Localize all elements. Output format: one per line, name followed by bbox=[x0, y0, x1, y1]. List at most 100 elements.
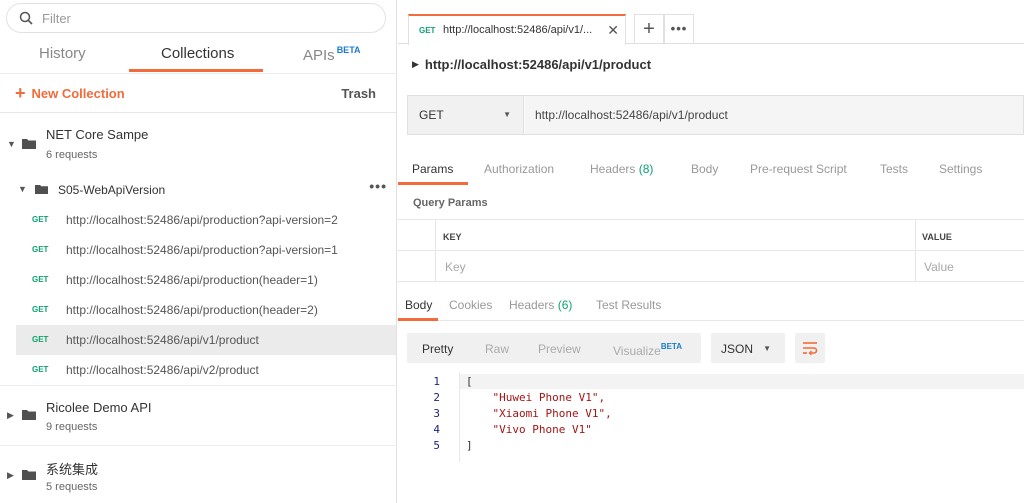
format-toggle: Pretty Raw Preview VisualizeBETA bbox=[407, 333, 701, 363]
filter-box[interactable] bbox=[6, 3, 386, 33]
key-input[interactable]: Key bbox=[445, 260, 466, 274]
caret-down-icon[interactable]: ▼ bbox=[7, 139, 16, 149]
url-input[interactable]: http://localhost:52486/api/v1/product bbox=[525, 96, 1023, 134]
tab-apis[interactable]: APIs BETA bbox=[303, 45, 361, 64]
collection-item[interactable]: ▶ Ricolee Demo API 9 requests bbox=[0, 385, 397, 446]
filter-input[interactable] bbox=[42, 10, 362, 26]
close-icon[interactable]: ✕ bbox=[607, 22, 619, 39]
code-line: "Xiaomi Phone V1", bbox=[466, 407, 612, 420]
method-select[interactable]: GET ▼ bbox=[408, 96, 524, 134]
tab-settings[interactable]: Settings bbox=[939, 162, 982, 176]
folder-icon bbox=[22, 139, 36, 149]
preview-button[interactable]: Preview bbox=[538, 342, 581, 356]
line-number: 1 bbox=[433, 375, 440, 388]
line-number: 2 bbox=[433, 391, 440, 404]
raw-button[interactable]: Raw bbox=[485, 342, 509, 356]
folder-item[interactable]: ▼ S05-WebApiVersion ••• bbox=[0, 175, 397, 205]
caret-down-icon[interactable]: ▼ bbox=[18, 184, 27, 194]
request-title-text: http://localhost:52486/api/v1/product bbox=[424, 57, 652, 72]
visualize-button[interactable]: VisualizeBETA bbox=[613, 342, 682, 358]
request-item[interactable]: GET http://localhost:52486/api/productio… bbox=[16, 205, 396, 235]
method-badge: GET bbox=[32, 365, 49, 374]
active-tab-indicator bbox=[129, 69, 263, 72]
collection-count: 5 requests bbox=[46, 481, 98, 493]
visualize-label: Visualize bbox=[613, 344, 661, 358]
active-line-highlight bbox=[460, 374, 1024, 389]
new-tab-button[interactable]: + bbox=[634, 14, 664, 44]
request-url: http://localhost:52486/api/v2/product bbox=[66, 363, 259, 377]
tab-test-results[interactable]: Test Results bbox=[596, 298, 661, 312]
code-line: [ bbox=[466, 375, 473, 388]
chevron-down-icon: ▼ bbox=[763, 344, 771, 353]
folder-icon bbox=[22, 470, 36, 480]
new-collection-label: New Collection bbox=[31, 86, 125, 101]
line-number: 5 bbox=[433, 439, 440, 452]
request-url: http://localhost:52486/api/production?ap… bbox=[66, 213, 338, 227]
url-value: http://localhost:52486/api/v1/product bbox=[535, 108, 728, 122]
method-value: GET bbox=[419, 108, 444, 122]
tab-response-headers[interactable]: Headers (6) bbox=[509, 298, 572, 312]
chevron-down-icon: ▼ bbox=[503, 110, 511, 119]
request-tab-bar: GET http://localhost:52486/api/v1/... ✕ … bbox=[398, 0, 1024, 45]
more-tabs-button[interactable]: ••• bbox=[664, 14, 694, 44]
tab-response-body[interactable]: Body bbox=[405, 298, 432, 312]
value-input[interactable]: Value bbox=[924, 260, 954, 274]
caret-right-icon: ▶ bbox=[412, 59, 419, 69]
collection-count: 9 requests bbox=[46, 421, 98, 433]
more-options-icon[interactable]: ••• bbox=[369, 178, 387, 194]
request-item[interactable]: GET http://localhost:52486/api/productio… bbox=[16, 295, 396, 325]
active-response-tab-indicator bbox=[398, 318, 438, 321]
request-url: http://localhost:52486/api/production?ap… bbox=[66, 243, 338, 257]
key-column-header: KEY bbox=[443, 232, 462, 242]
collection-name: 系统集成 bbox=[46, 462, 99, 477]
tab-body[interactable]: Body bbox=[691, 162, 718, 176]
format-select[interactable]: JSON ▼ bbox=[711, 333, 785, 363]
tab-authorization[interactable]: Authorization bbox=[484, 162, 554, 176]
method-badge: GET bbox=[32, 335, 49, 344]
method-badge: GET bbox=[32, 275, 49, 284]
method-badge: GET bbox=[32, 215, 49, 224]
collection-item[interactable]: ▼ NET Core Sampe 6 requests bbox=[0, 114, 397, 175]
tab-params[interactable]: Params bbox=[412, 162, 453, 176]
collection-count: 6 requests bbox=[46, 149, 98, 161]
tab-pre-request-script[interactable]: Pre-request Script bbox=[750, 162, 847, 176]
collection-name: Ricolee Demo API bbox=[46, 400, 152, 415]
request-title[interactable]: ▶ http://localhost:52486/api/v1/product bbox=[412, 57, 651, 72]
column-divider bbox=[435, 220, 436, 282]
tab-headers-label: Headers bbox=[590, 162, 636, 176]
column-divider bbox=[915, 220, 916, 282]
format-value: JSON bbox=[721, 342, 754, 356]
tab-tests[interactable]: Tests bbox=[880, 162, 908, 176]
tab-history[interactable]: History bbox=[39, 45, 86, 62]
tab-label: http://localhost:52486/api/v1/... bbox=[443, 24, 593, 36]
wrap-lines-button[interactable] bbox=[795, 333, 825, 363]
request-item[interactable]: GET http://localhost:52486/api/productio… bbox=[16, 235, 396, 265]
caret-right-icon[interactable]: ▶ bbox=[7, 470, 14, 481]
request-item[interactable]: GET http://localhost:52486/api/v2/produc… bbox=[16, 355, 396, 385]
line-number: 3 bbox=[433, 407, 440, 420]
line-number: 4 bbox=[433, 423, 440, 436]
tab-cookies[interactable]: Cookies bbox=[449, 298, 492, 312]
trash-button[interactable]: Trash bbox=[341, 86, 376, 101]
value-column-header: VALUE bbox=[922, 232, 952, 242]
tab-collections[interactable]: Collections bbox=[161, 45, 234, 62]
pretty-button[interactable]: Pretty bbox=[422, 342, 453, 356]
tab-method: GET bbox=[419, 26, 436, 35]
new-collection-button[interactable]: + New Collection bbox=[15, 83, 125, 103]
folder-icon bbox=[22, 410, 36, 420]
request-url: http://localhost:52486/api/v1/product bbox=[66, 333, 259, 347]
request-item-selected[interactable]: GET http://localhost:52486/api/v1/produc… bbox=[16, 325, 396, 355]
request-tabs: Params Authorization Headers (8) Body Pr… bbox=[398, 153, 1024, 186]
response-editor[interactable]: 1 2 3 4 5 [ "Huwei Phone V1", "Xiaomi Ph… bbox=[398, 372, 1024, 503]
request-url: http://localhost:52486/api/production(he… bbox=[66, 303, 318, 317]
plus-icon: + bbox=[15, 83, 26, 103]
collection-item[interactable]: ▶ 系统集成 5 requests bbox=[0, 446, 397, 503]
request-item[interactable]: GET http://localhost:52486/api/productio… bbox=[16, 265, 396, 295]
collection-name: NET Core Sampe bbox=[46, 127, 149, 142]
caret-right-icon[interactable]: ▶ bbox=[7, 410, 14, 421]
request-tab[interactable]: GET http://localhost:52486/api/v1/... ✕ bbox=[408, 14, 626, 45]
tab-headers[interactable]: Headers (8) bbox=[590, 162, 653, 176]
wrap-icon bbox=[803, 342, 818, 355]
url-bar: GET ▼ http://localhost:52486/api/v1/prod… bbox=[407, 95, 1024, 135]
method-badge: GET bbox=[32, 245, 49, 254]
